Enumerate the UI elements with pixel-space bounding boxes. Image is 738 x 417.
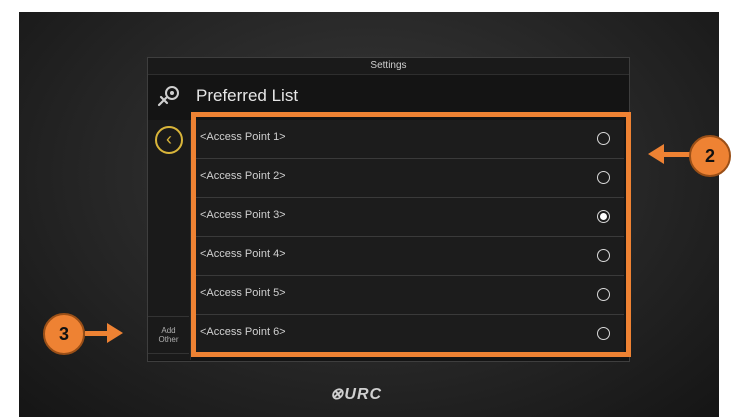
access-point-row-2[interactable]: <Access Point 2> <box>196 159 624 198</box>
add-other-button[interactable]: Add Other <box>148 316 189 354</box>
access-point-row-1[interactable]: <Access Point 1> <box>196 120 624 159</box>
page-header: Preferred List <box>148 75 629 119</box>
radio-button-5[interactable] <box>597 288 610 301</box>
chevron-left-icon: ‹ <box>166 129 172 149</box>
radio-button-4[interactable] <box>597 249 610 262</box>
access-point-row-6[interactable]: <Access Point 6> <box>196 315 624 354</box>
add-other-label-2: Other <box>158 335 179 344</box>
settings-screen: Settings Preferred List ‹ Add Other <Acc… <box>147 57 630 362</box>
radio-button-6[interactable] <box>597 327 610 340</box>
callout-3-arrow-head-icon <box>107 323 123 343</box>
radio-button-3[interactable] <box>597 210 610 223</box>
callout-2-badge: 2 <box>689 135 731 177</box>
access-point-row-3[interactable]: <Access Point 3> <box>196 198 624 237</box>
back-button[interactable]: ‹ <box>155 126 183 154</box>
access-point-label: <Access Point 3> <box>200 209 286 221</box>
access-point-label: <Access Point 1> <box>200 131 286 143</box>
window-title: Settings <box>148 58 629 75</box>
access-point-label: <Access Point 2> <box>200 170 286 182</box>
add-other-label-1: Add <box>161 326 176 335</box>
urc-logo: ⊗URC <box>330 386 383 403</box>
sidebar: ‹ Add Other <box>148 120 191 360</box>
page-title: Preferred List <box>196 86 299 105</box>
access-point-list: <Access Point 1> <Access Point 2> <Acces… <box>196 120 624 354</box>
callout-3-badge: 3 <box>43 313 85 355</box>
wrench-gear-icon <box>157 86 179 107</box>
access-point-row-4[interactable]: <Access Point 4> <box>196 237 624 276</box>
callout-2-arrow-head-icon <box>648 144 664 164</box>
access-point-label: <Access Point 6> <box>200 326 286 338</box>
radio-button-1[interactable] <box>597 132 610 145</box>
access-point-label: <Access Point 5> <box>200 287 286 299</box>
access-point-row-5[interactable]: <Access Point 5> <box>196 276 624 315</box>
callout-3-arrow-line <box>85 331 109 336</box>
callout-2-arrow-line <box>661 152 691 157</box>
access-point-label: <Access Point 4> <box>200 248 286 260</box>
radio-button-2[interactable] <box>597 171 610 184</box>
